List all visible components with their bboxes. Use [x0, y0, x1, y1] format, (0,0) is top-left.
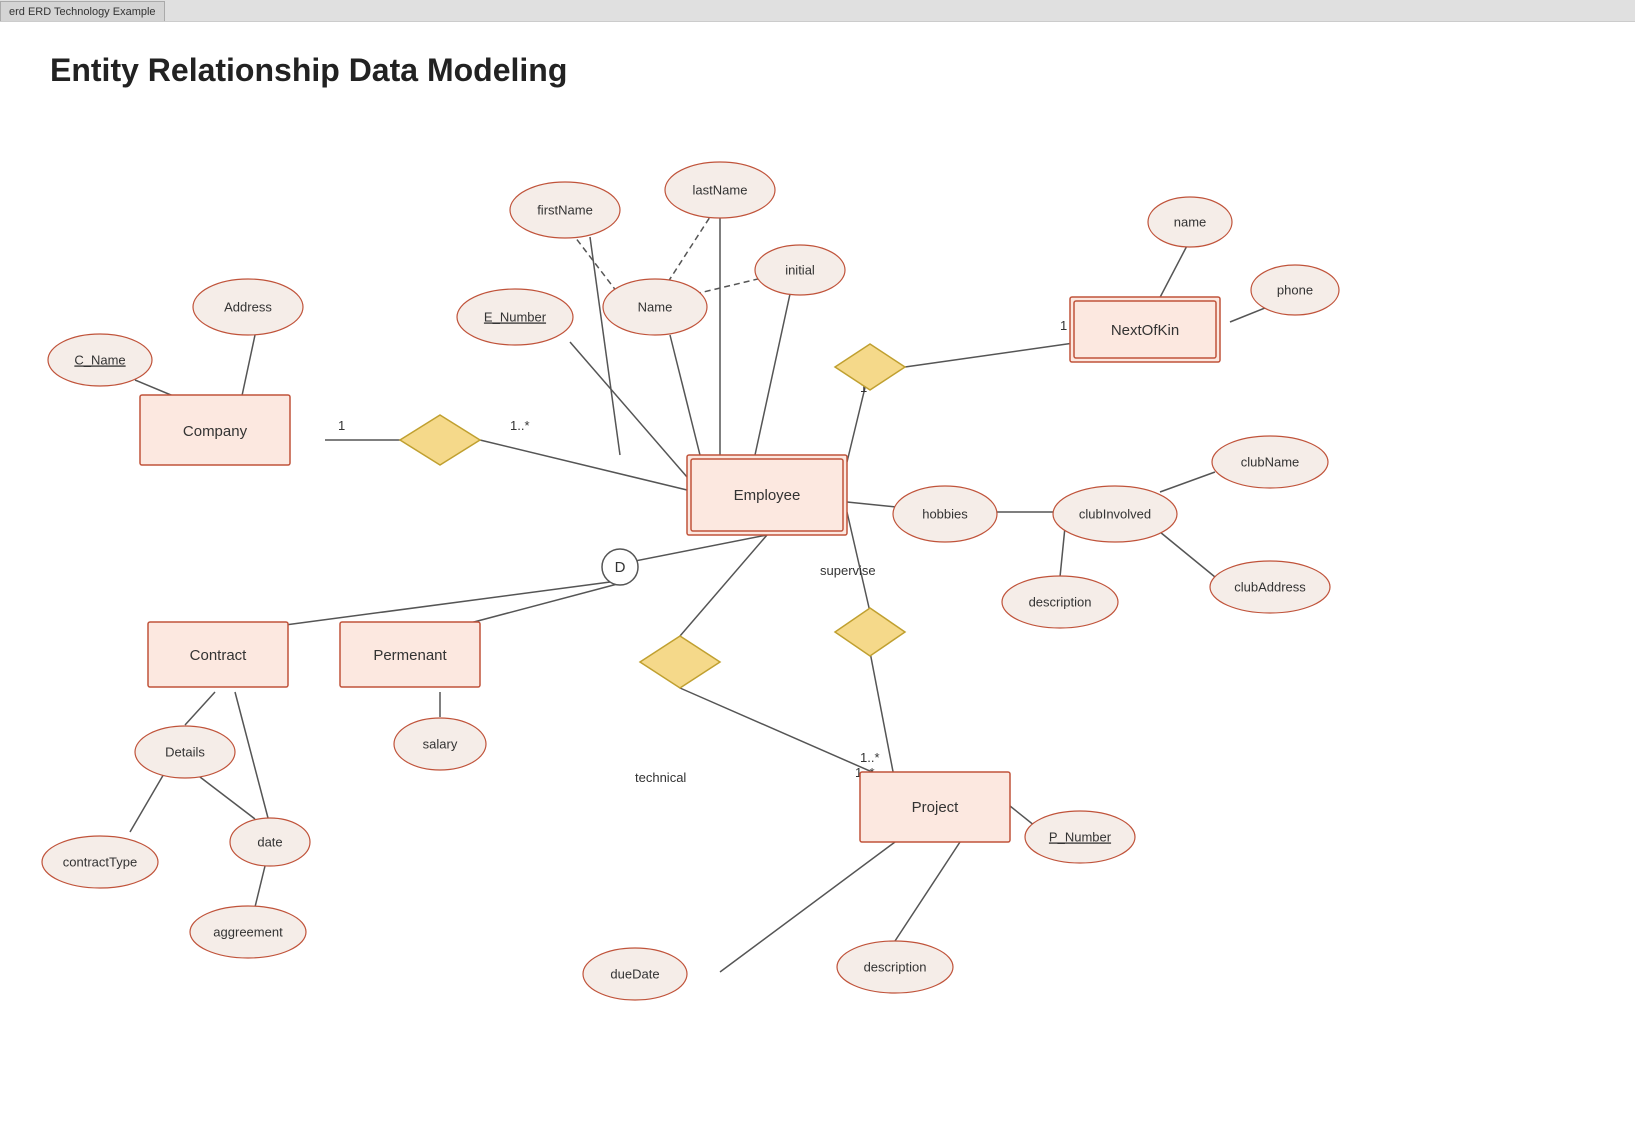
attr-clubname-label: clubName: [1241, 454, 1300, 469]
entity-employee-label: Employee: [734, 487, 801, 504]
attr-date-label: date: [257, 834, 282, 849]
attr-description1-label: description: [1029, 594, 1092, 609]
entity-project-label: Project: [912, 799, 960, 816]
attr-contracttype-label: contractType: [63, 854, 137, 869]
attr-hobbies-label: hobbies: [922, 506, 968, 521]
diamond-works: [400, 415, 480, 465]
disjoint-label: D: [615, 559, 626, 576]
svg-text:technical: technical: [635, 770, 686, 785]
attr-cname-label: C_Name: [74, 352, 125, 367]
svg-text:1..*: 1..*: [510, 418, 530, 433]
entity-nextofkin-label: NextOfKin: [1111, 322, 1179, 339]
svg-text:1..*: 1..*: [860, 750, 880, 765]
diamond-supervise: [835, 608, 905, 656]
entity-company-label: Company: [183, 423, 248, 440]
attr-clubinvolved-label: clubInvolved: [1079, 506, 1151, 521]
attr-aggreement-label: aggreement: [213, 924, 283, 939]
attr-initial-label: initial: [785, 262, 815, 277]
svg-text:1: 1: [1060, 318, 1067, 333]
diagram-tab[interactable]: erd ERD Technology Example: [0, 1, 165, 21]
diamond-has: [835, 344, 905, 390]
attr-pnumber-label: P_Number: [1049, 829, 1112, 844]
svg-text:1: 1: [338, 418, 345, 433]
attr-clubaddress-label: clubAddress: [1234, 579, 1306, 594]
svg-text:supervise: supervise: [820, 563, 876, 578]
attr-nok-name-label: name: [1174, 214, 1207, 229]
attr-firstname-label: firstName: [537, 202, 593, 217]
attr-enumber-label: E_Number: [484, 309, 547, 324]
diagram-canvas: Entity Relationship Data Modeling 1 1..*…: [0, 22, 1635, 1132]
attr-details-label: Details: [165, 744, 205, 759]
attr-description2-label: description: [864, 959, 927, 974]
attr-lastname-label: lastName: [693, 182, 748, 197]
attr-duedate-label: dueDate: [610, 966, 659, 981]
attr-address-label: Address: [224, 299, 272, 314]
entity-permanent-label: Permenant: [373, 647, 447, 664]
tab-label: erd ERD Technology Example: [9, 6, 156, 18]
entity-contract-label: Contract: [190, 647, 248, 664]
erd-diagram: 1 1..* 1 1: [0, 22, 1635, 1132]
diamond-assign: [640, 636, 720, 688]
attr-salary-label: salary: [423, 736, 458, 751]
attr-name-label: Name: [638, 299, 673, 314]
attr-phone-label: phone: [1277, 282, 1313, 297]
